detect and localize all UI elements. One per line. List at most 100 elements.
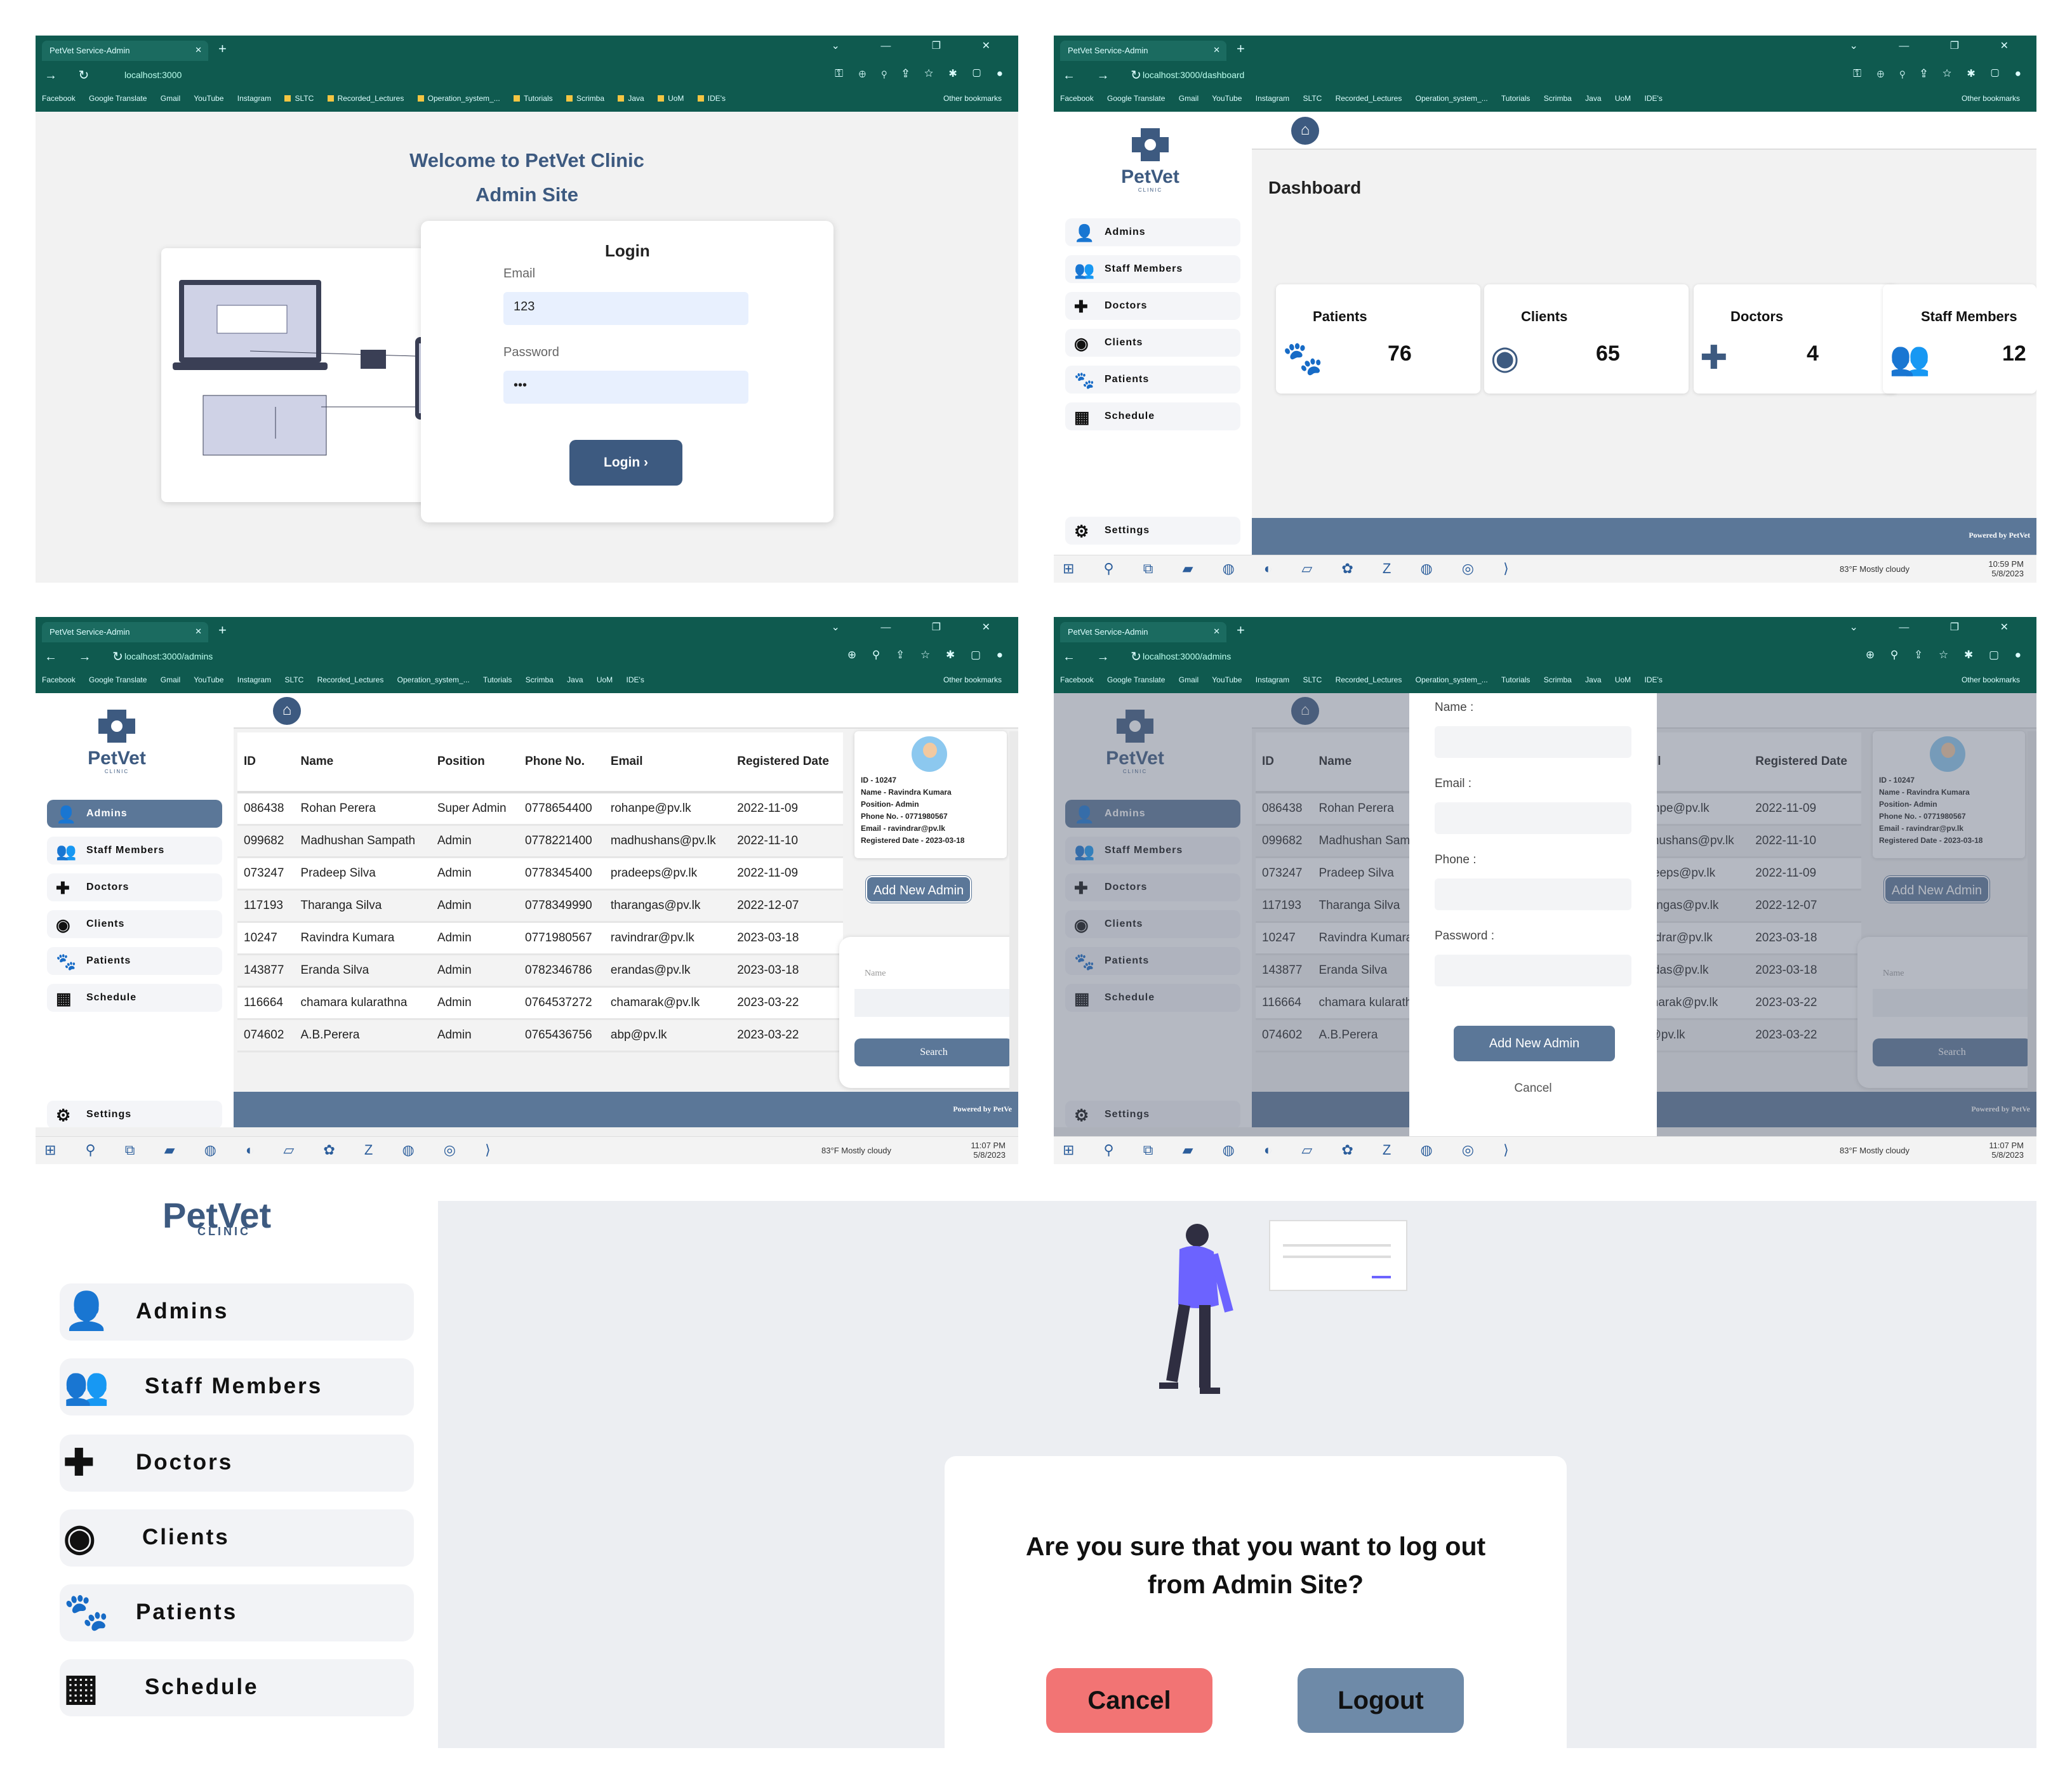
clock[interactable]: 11:07 PM 5/8/2023 — [1989, 1141, 2024, 1160]
stat-card-staff-members[interactable]: Staff Members 👥 12 — [1883, 284, 2036, 394]
sidebar-item-settings[interactable]: ⚙ Settings — [47, 1101, 222, 1129]
phone-field[interactable] — [1435, 878, 1631, 910]
bookmark[interactable]: Operation_system_... — [1416, 94, 1488, 103]
bookmark[interactable]: Operation_system_... — [1416, 675, 1488, 684]
table-row[interactable]: 073247Pradeep SilvaAdmin0778345400pradee… — [237, 857, 843, 891]
toolbar-icons[interactable]: ⚿ ⊕ ⚲ ⇪ ☆ ✱ ▢ ● — [835, 67, 1009, 80]
new-tab-button[interactable]: + — [1237, 622, 1245, 639]
stat-card-patients[interactable]: Patients 🐾 76 — [1276, 284, 1480, 394]
sidebar-item-doctors[interactable]: ✚ Doctors — [1065, 292, 1240, 320]
bookmark[interactable]: Facebook — [1060, 94, 1094, 103]
weather-widget[interactable]: 83°F Mostly cloudy — [821, 1146, 891, 1155]
sidebar-item-patients[interactable]: 🐾 Patients — [47, 947, 222, 975]
sidebar-item-staff-members[interactable]: 👥 Staff Members — [47, 837, 222, 865]
bookmark[interactable]: Gmail — [161, 675, 180, 684]
bookmark[interactable]: Instagram — [237, 94, 271, 103]
bookmark[interactable]: IDE's — [1645, 94, 1663, 103]
sidebar-item-admins[interactable]: 👤 Admins — [60, 1283, 414, 1341]
bookmark[interactable]: Google Translate — [89, 94, 147, 103]
bookmark[interactable]: Tutorials — [1501, 675, 1531, 684]
bookmark[interactable]: Java — [628, 94, 644, 103]
table-row[interactable]: 117193Tharanga SilvaAdmin0778349990thara… — [237, 889, 843, 923]
taskbar-app-icons[interactable]: ⊞ ⚲ ⧉ ▰ ◍ ◐ ▱ ✿ Z ◍ ◎ ⟩ — [1063, 560, 1522, 577]
sidebar-item-settings[interactable]: ⚙ Settings — [1065, 517, 1240, 545]
address-bar[interactable]: localhost:3000/dashboard — [1136, 66, 1251, 84]
bookmark[interactable]: IDE's — [1645, 675, 1663, 684]
sidebar-item-schedule[interactable]: ▦ Schedule — [60, 1659, 414, 1716]
vertical-scrollbar[interactable] — [1009, 731, 1018, 1137]
sidebar-item-staff-members[interactable]: 👥 Staff Members — [60, 1358, 414, 1415]
table-row[interactable]: 099682Madhushan SampathAdmin0778221400ma… — [237, 825, 843, 858]
sidebar-item-doctors[interactable]: ✚ Doctors — [60, 1435, 414, 1492]
home-icon[interactable]: ⌂ — [1291, 117, 1319, 145]
bookmark[interactable]: Google Translate — [1107, 94, 1165, 103]
bookmark[interactable]: Instagram — [1256, 94, 1289, 103]
address-bar[interactable]: localhost:3000/admins — [1136, 647, 1237, 665]
password-field[interactable]: ••• — [503, 371, 748, 404]
bookmark[interactable]: Facebook — [1060, 675, 1094, 684]
bookmark[interactable]: Java — [1585, 94, 1601, 103]
bookmark[interactable]: IDE's — [708, 94, 726, 103]
taskbar-app-icons[interactable]: ⊞ ⚲ ⧉ ▰ ◍ ◐ ▱ ✿ Z ◍ ◎ ⟩ — [1063, 1142, 1522, 1158]
bookmark[interactable]: Recorded_Lectures — [317, 675, 384, 684]
close-tab-icon[interactable]: ✕ — [1213, 45, 1220, 55]
bookmark[interactable]: SLTC — [1303, 675, 1322, 684]
bookmark[interactable]: Java — [567, 675, 583, 684]
bookmark[interactable]: Scrimba — [1544, 675, 1572, 684]
bookmark[interactable]: Tutorials — [524, 94, 553, 103]
nav-arrows-icon[interactable]: → ↻ — [44, 67, 98, 83]
bookmark[interactable]: Gmail — [161, 94, 180, 103]
bookmark[interactable]: Tutorials — [1501, 94, 1531, 103]
other-bookmarks[interactable]: Other bookmarks — [943, 94, 1002, 103]
bookmark[interactable]: IDE's — [627, 675, 644, 684]
new-tab-button[interactable]: + — [218, 622, 227, 639]
search-button[interactable]: Search — [854, 1038, 1013, 1066]
bookmark[interactable]: YouTube — [194, 675, 223, 684]
address-bar[interactable]: localhost:3000/admins — [118, 647, 219, 665]
clock[interactable]: 10:59 PM 5/8/2023 — [1988, 559, 2024, 578]
sidebar-item-clients[interactable]: ◉ Clients — [47, 910, 222, 938]
bookmark[interactable]: YouTube — [1212, 94, 1242, 103]
bookmark[interactable]: UoM — [597, 675, 613, 684]
table-row[interactable]: 086438Rohan PereraSuper Admin0778654400r… — [237, 792, 843, 826]
sidebar-item-clients[interactable]: ◉ Clients — [1065, 329, 1240, 357]
email-field[interactable] — [1435, 802, 1631, 834]
submit-add-admin-button[interactable]: Add New Admin — [1454, 1026, 1615, 1061]
bookmark[interactable]: Google Translate — [1107, 675, 1165, 684]
bookmark[interactable]: Google Translate — [89, 675, 147, 684]
bookmark[interactable]: UoM — [1615, 94, 1631, 103]
add-new-admin-button[interactable]: Add New Admin — [866, 876, 971, 903]
close-tab-icon[interactable]: ✕ — [195, 45, 202, 55]
other-bookmarks[interactable]: Other bookmarks — [1962, 94, 2020, 103]
clock[interactable]: 11:07 PM 5/8/2023 — [971, 1141, 1006, 1160]
bookmark[interactable]: Recorded_Lectures — [1336, 675, 1402, 684]
browser-tab[interactable]: PetVet Service-Admin ✕ — [42, 41, 208, 61]
sidebar-item-schedule[interactable]: ▦ Schedule — [47, 984, 222, 1012]
address-bar[interactable]: localhost:3000 — [118, 66, 188, 84]
sidebar-item-admins[interactable]: 👤 Admins — [47, 800, 222, 828]
bookmark[interactable]: Scrimba — [1544, 94, 1572, 103]
bookmark[interactable]: Scrimba — [576, 94, 604, 103]
bookmark[interactable]: UoM — [668, 94, 684, 103]
sidebar-item-patients[interactable]: 🐾 Patients — [60, 1584, 414, 1641]
bookmark[interactable]: Recorded_Lectures — [1336, 94, 1402, 103]
weather-widget[interactable]: 83°F Mostly cloudy — [1840, 564, 1909, 574]
browser-tab[interactable]: PetVet Service-Admin ✕ — [42, 622, 208, 642]
horizontal-scrollbar[interactable] — [36, 1127, 1018, 1136]
bookmark[interactable]: SLTC — [295, 94, 314, 103]
new-tab-button[interactable]: + — [1237, 41, 1245, 57]
bookmark[interactable]: Facebook — [42, 94, 76, 103]
toolbar-icons[interactable]: ⊕ ⚲ ⇪ ☆ ✱ ▢ ● — [1866, 649, 2028, 661]
sidebar-item-admins[interactable]: 👤 Admins — [1065, 218, 1240, 246]
toolbar-icons[interactable]: ⚿ ⊕ ⚲ ⇪ ☆ ✱ ▢ ● — [1853, 67, 2028, 80]
bookmark[interactable]: UoM — [1615, 675, 1631, 684]
logout-button[interactable]: Logout — [1298, 1668, 1464, 1733]
weather-widget[interactable]: 83°F Mostly cloudy — [1840, 1146, 1909, 1155]
login-button[interactable]: Login › — [569, 440, 682, 486]
bookmark[interactable]: Operation_system_... — [397, 675, 470, 684]
email-field[interactable]: 123 — [503, 292, 748, 325]
bookmark[interactable]: Scrimba — [526, 675, 554, 684]
stat-card-clients[interactable]: Clients ◉ 65 — [1484, 284, 1689, 394]
window-controls[interactable]: ⌄ — ❐ ✕ — [1850, 39, 2028, 52]
window-controls[interactable]: ⌄ — ❐ ✕ — [832, 39, 1010, 52]
